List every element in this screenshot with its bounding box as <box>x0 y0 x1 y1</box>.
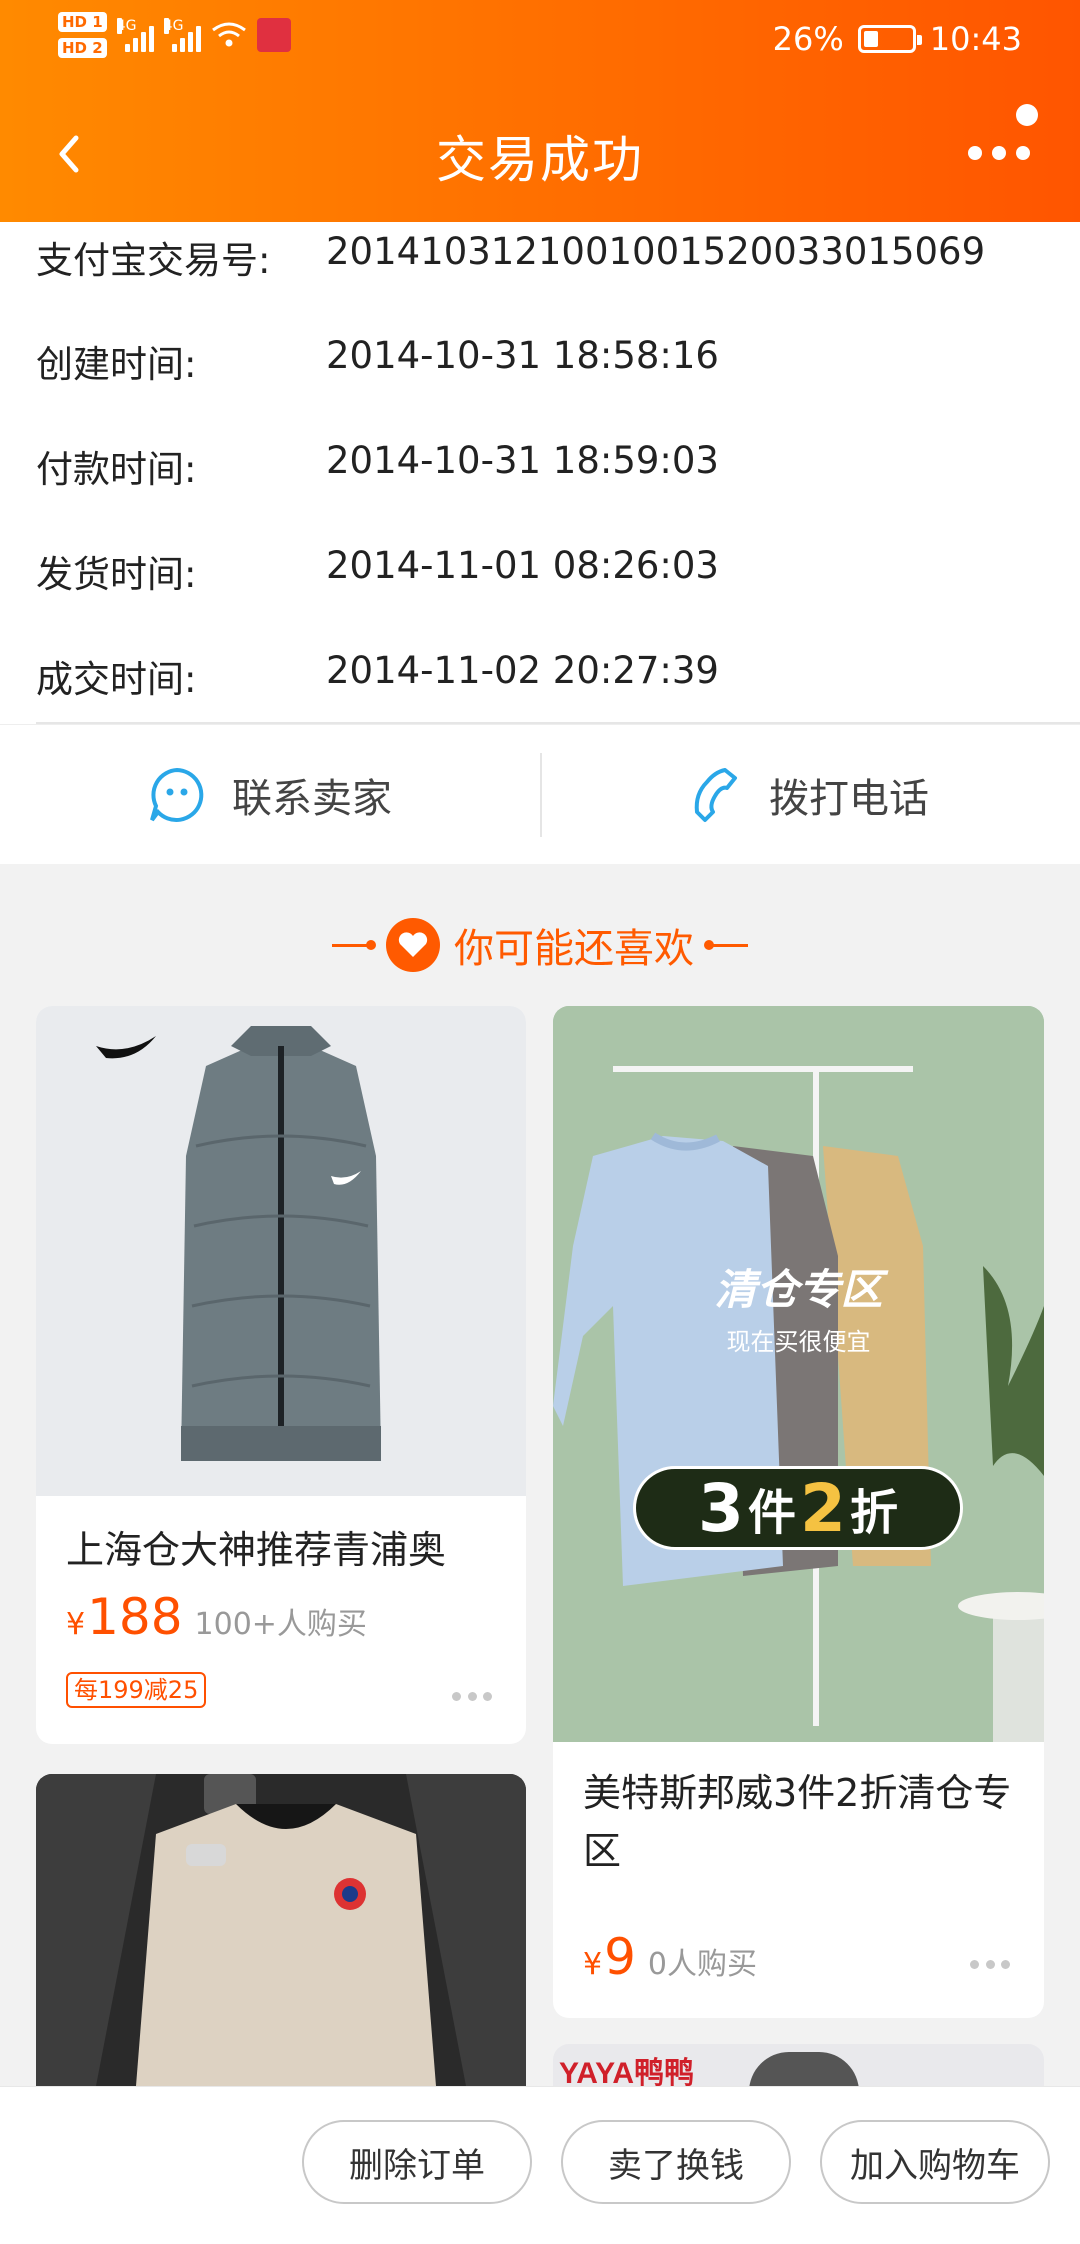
order-info-section: 支付宝交易号: 2014103121001001520033015069 创建时… <box>0 222 1080 724</box>
price-row: ¥ 9 0人购买 <box>583 1928 757 1986</box>
info-value: 2014103121001001520033015069 <box>326 230 986 273</box>
nfc-icon <box>256 18 291 52</box>
hd1-badge: HD 1 <box>58 12 107 32</box>
info-value: 2014-11-01 08:26:03 <box>326 544 719 587</box>
hd-indicators: HD 1 HD 2 <box>58 12 107 58</box>
deal-number-a: 3 <box>698 1469 744 1547</box>
more-options-icon[interactable] <box>970 1960 1010 1970</box>
product-card-2[interactable]: 清仓专区 现在买很便宜 3 件 2 折 美特斯邦威3件2折清仓专区 ¥ 9 0人… <box>553 1006 1044 2018</box>
deal-unit-b: 折 <box>849 1485 898 1541</box>
info-label: 支付宝交易号: <box>36 239 271 282</box>
page-title: 交易成功 <box>436 131 644 189</box>
network-type-1: 4G <box>116 18 137 34</box>
clock: 10:43 <box>929 20 1022 58</box>
contact-section: 联系卖家 拨打电话 <box>0 724 1080 864</box>
status-left: HD 1 HD 2 4G 4G <box>58 12 291 58</box>
promo-badge: 每199减25 <box>66 1672 207 1708</box>
price-symbol: ¥ <box>583 1947 603 1982</box>
bottom-action-bar: 删除订单 卖了换钱 加入购物车 <box>0 2086 1080 2244</box>
product-card-3[interactable] <box>36 1774 526 2086</box>
decor-line <box>332 939 376 950</box>
product-title: 美特斯邦威3件2折清仓专区 <box>583 1771 1012 1873</box>
recommend-title-text: 你可能还喜欢 <box>454 926 694 972</box>
battery-icon <box>857 25 922 53</box>
signal-icon-1: 4G <box>116 18 154 52</box>
product-title: 上海仓大神推荐青浦奥 <box>66 1528 447 1572</box>
info-label: 成交时间: <box>36 658 197 701</box>
info-label: 付款时间: <box>36 448 197 491</box>
brand-logo-text: YAYA鸭鸭 <box>559 2057 695 2086</box>
signal-icon-2: 4G <box>163 18 201 52</box>
price-value: 188 <box>87 1588 183 1646</box>
info-row-completed: 成交时间: 2014-11-02 20:27:39 <box>36 649 719 703</box>
price-row: ¥ 188 100+人购买 <box>66 1588 367 1646</box>
info-value: 2014-10-31 18:58:16 <box>326 334 719 377</box>
info-row-created: 创建时间: 2014-10-31 18:58:16 <box>36 334 719 388</box>
network-type-2: 4G <box>163 18 184 34</box>
chat-face-icon <box>150 767 204 822</box>
info-row-paid: 付款时间: 2014-10-31 18:59:03 <box>36 439 719 493</box>
notification-dot-icon <box>1016 104 1038 126</box>
price-symbol: ¥ <box>66 1607 86 1642</box>
info-label: 发货时间: <box>36 553 197 596</box>
call-phone-button[interactable]: 拨打电话 <box>540 725 1080 865</box>
recommend-title: 你可能还喜欢 <box>0 912 1080 978</box>
info-row-trade-no: 支付宝交易号: 2014103121001001520033015069 <box>36 230 985 284</box>
product-image-vest <box>36 1006 526 1496</box>
info-value: 2014-10-31 18:59:03 <box>326 439 719 482</box>
product-card-4[interactable]: YAYA鸭鸭 <box>553 2044 1044 2086</box>
product-image-sweaters: 清仓专区 现在买很便宜 3 件 2 折 <box>553 1006 1044 1742</box>
more-dot-icon <box>1016 146 1030 160</box>
status-bar: HD 1 HD 2 4G 4G 26% 10:43 <box>0 0 1080 82</box>
call-phone-label: 拨打电话 <box>769 776 929 822</box>
header-bar: HD 1 HD 2 4G 4G 26% 10:43 交易成功 <box>0 0 1080 222</box>
more-button[interactable] <box>964 100 1040 170</box>
deal-unit-a: 件 <box>747 1485 796 1541</box>
info-value: 2014-11-02 20:27:39 <box>326 649 719 692</box>
banner-subtitle: 现在买很便宜 <box>726 1328 871 1356</box>
battery-percent: 26% <box>772 20 844 58</box>
sell-for-cash-button[interactable]: 卖了换钱 <box>561 2120 791 2204</box>
status-right: 26% 10:43 <box>773 20 1022 58</box>
sold-count: 100+人购买 <box>194 1607 367 1642</box>
phone-icon <box>694 768 737 822</box>
banner-title: 清仓专区 <box>714 1265 883 1314</box>
heart-icon <box>386 918 440 972</box>
sold-count: 0人购买 <box>647 1947 757 1982</box>
wifi-icon <box>211 22 246 47</box>
info-label: 创建时间: <box>36 343 197 386</box>
hd2-badge: HD 2 <box>58 38 107 58</box>
contact-seller-button[interactable]: 联系卖家 <box>0 725 540 865</box>
contact-seller-label: 联系卖家 <box>232 776 392 822</box>
add-to-cart-button[interactable]: 加入购物车 <box>820 2120 1050 2204</box>
more-dot-icon <box>968 146 982 160</box>
deal-badge: 3 件 2 折 <box>633 1466 963 1550</box>
decor-line <box>704 939 748 950</box>
product-card-1[interactable]: 上海仓大神推荐青浦奥 ¥ 188 100+人购买 每199减25 <box>36 1006 526 1744</box>
model-photo <box>749 2052 859 2086</box>
more-options-icon[interactable] <box>452 1692 492 1702</box>
delete-order-button[interactable]: 删除订单 <box>302 2120 532 2204</box>
deal-number-b: 2 <box>800 1469 846 1547</box>
more-dot-icon <box>992 146 1006 160</box>
info-row-shipped: 发货时间: 2014-11-01 08:26:03 <box>36 544 719 598</box>
price-value: 9 <box>604 1928 636 1986</box>
product-image-man-vest <box>36 1774 526 2086</box>
